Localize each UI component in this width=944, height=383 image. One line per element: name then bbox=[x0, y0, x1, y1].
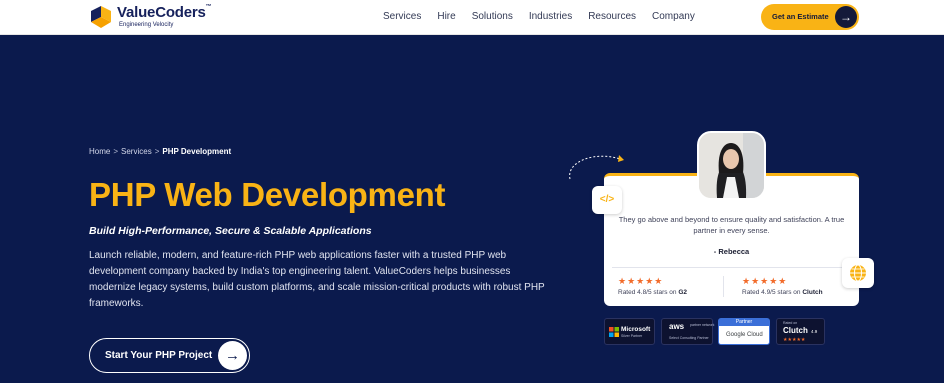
nav-solutions[interactable]: Solutions bbox=[472, 11, 513, 22]
microsoft-badge-sub: Silver Partner bbox=[621, 334, 643, 338]
microsoft-badge-title: Microsoft bbox=[621, 326, 651, 333]
breadcrumb-separator: > bbox=[113, 147, 119, 156]
top-navbar: ValueCoders™ Engineering Velocity Servic… bbox=[0, 0, 944, 35]
start-project-button[interactable]: Start Your PHP Project → bbox=[89, 338, 250, 373]
rating-divider bbox=[723, 276, 724, 297]
hero-tagline: Build High-Performance, Secure & Scalabl… bbox=[89, 225, 372, 237]
nav-services[interactable]: Services bbox=[383, 11, 421, 22]
testimonial-author: - Rebecca bbox=[713, 247, 750, 256]
breadcrumb-services[interactable]: Services bbox=[121, 147, 152, 156]
clutch-badge-title: Clutch bbox=[783, 326, 808, 335]
rating-clutch-text: Rated 4.9/5 stars on Clutch bbox=[742, 289, 823, 296]
page-title: PHP Web Development bbox=[89, 176, 446, 213]
logo-subtitle: Engineering Velocity bbox=[119, 22, 174, 28]
arrow-right-icon: → bbox=[218, 341, 247, 370]
arrow-right-icon: → bbox=[835, 6, 857, 28]
logo-wordmark: ValueCoders™ bbox=[117, 4, 212, 21]
hero-intro: Launch reliable, modern, and feature-ric… bbox=[89, 250, 545, 309]
clutch-badge-top: Rated on bbox=[783, 321, 798, 325]
code-icon: </> bbox=[592, 186, 622, 214]
breadcrumb-home[interactable]: Home bbox=[89, 147, 110, 156]
brand-logo[interactable]: ValueCoders™ Engineering Velocity bbox=[89, 4, 219, 31]
globe-icon bbox=[842, 258, 874, 288]
breadcrumb-current: PHP Development bbox=[162, 147, 232, 156]
google-badge-top: Partner bbox=[719, 319, 769, 326]
google-cloud-partner-badge: Partner Google Cloud bbox=[718, 318, 770, 345]
rating-clutch: ★★★★★ Rated 4.9/5 stars on Clutch bbox=[742, 276, 823, 296]
breadcrumb: Home > Services > PHP Development bbox=[89, 147, 231, 156]
nav-hire[interactable]: Hire bbox=[437, 11, 455, 22]
aws-badge-sub2: Select Consulting Partner bbox=[669, 336, 709, 340]
rating-g2-text: Rated 4.8/5 stars on G2 bbox=[618, 289, 688, 296]
aws-badge-sub: partner network bbox=[690, 323, 715, 327]
card-divider bbox=[612, 267, 851, 268]
breadcrumb-separator: > bbox=[154, 147, 160, 156]
microsoft-logo-icon bbox=[609, 327, 619, 337]
nav-company[interactable]: Company bbox=[652, 11, 695, 22]
star-icon: ★★★★★ bbox=[783, 337, 806, 343]
rating-g2: ★★★★★ Rated 4.8/5 stars on G2 bbox=[618, 276, 687, 296]
get-estimate-button[interactable]: Get an Estimate → bbox=[761, 4, 859, 30]
google-badge-title: Google Cloud bbox=[726, 332, 763, 338]
aws-partner-badge: aws partner network Select Consulting Pa… bbox=[661, 318, 715, 345]
clutch-badge-score: 4.9 bbox=[811, 329, 818, 334]
star-icon: ★★★★★ bbox=[618, 276, 664, 286]
aws-badge-title: aws bbox=[669, 322, 685, 331]
get-estimate-label: Get an Estimate bbox=[772, 12, 829, 21]
testimonial-quote: They go above and beyond to ensure quali… bbox=[618, 215, 845, 235]
nav-industries[interactable]: Industries bbox=[529, 11, 572, 22]
start-project-label: Start Your PHP Project bbox=[105, 350, 213, 361]
avatar bbox=[697, 131, 766, 200]
star-icon: ★★★★★ bbox=[742, 276, 788, 286]
logo-icon bbox=[91, 6, 111, 28]
microsoft-partner-badge: Microsoft Silver Partner bbox=[604, 318, 655, 345]
nav-resources[interactable]: Resources bbox=[588, 11, 636, 22]
clutch-rating-badge: Rated on Clutch 4.9 ★★★★★ bbox=[776, 318, 825, 345]
main-menu: Services Hire Solutions Industries Resou… bbox=[383, 11, 711, 22]
